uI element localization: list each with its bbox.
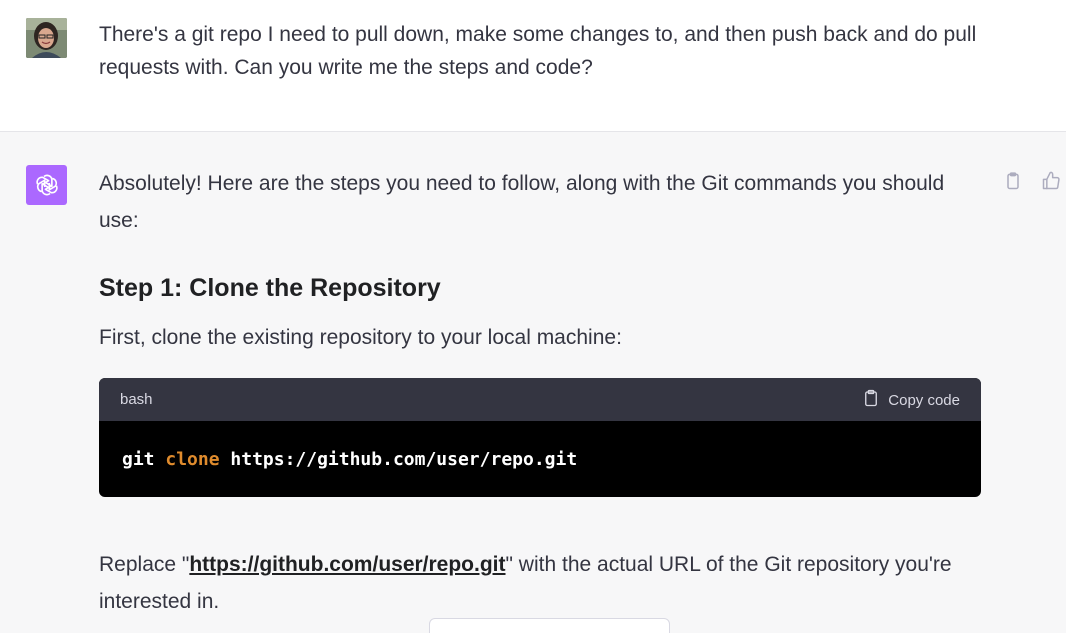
clipboard-icon	[862, 388, 880, 412]
openai-logo-icon	[26, 165, 67, 205]
code-body: git clone https://github.com/user/repo.g…	[99, 421, 981, 497]
code-command: git	[122, 449, 155, 470]
assistant-message-row: Absolutely! Here are the steps you need …	[0, 132, 1066, 633]
bottom-floating-button[interactable]	[429, 618, 670, 633]
copy-code-label: Copy code	[888, 391, 960, 409]
user-message-row: There's a git repo I need to pull down, …	[0, 0, 1066, 132]
user-message-text: There's a git repo I need to pull down, …	[99, 23, 977, 79]
copy-code-button[interactable]: Copy code	[862, 389, 960, 411]
assistant-intro: Absolutely! Here are the steps you need …	[99, 172, 945, 232]
code-subcommand: clone	[165, 449, 220, 470]
code-language-label: bash	[120, 391, 153, 408]
replace-instruction: Replace "https://github.com/user/repo.gi…	[99, 546, 981, 620]
message-actions	[986, 168, 1066, 194]
code-argument: https://github.com/user/repo.git	[230, 449, 578, 470]
replace-prefix: Replace "	[99, 553, 190, 576]
assistant-message-content: Absolutely! Here are the steps you need …	[99, 165, 981, 620]
thumbs-up-icon[interactable]	[1038, 168, 1064, 194]
code-block-header: bash Copy code	[99, 378, 981, 421]
clipboard-icon[interactable]	[1000, 168, 1026, 194]
code-block: bash Copy code git clone https://github.…	[99, 378, 981, 497]
step1-heading: Step 1: Clone the Repository	[99, 274, 441, 302]
step1-text: First, clone the existing repository to …	[99, 326, 622, 349]
repo-url-link[interactable]: https://github.com/user/repo.git	[189, 553, 505, 576]
user-avatar	[26, 18, 67, 58]
